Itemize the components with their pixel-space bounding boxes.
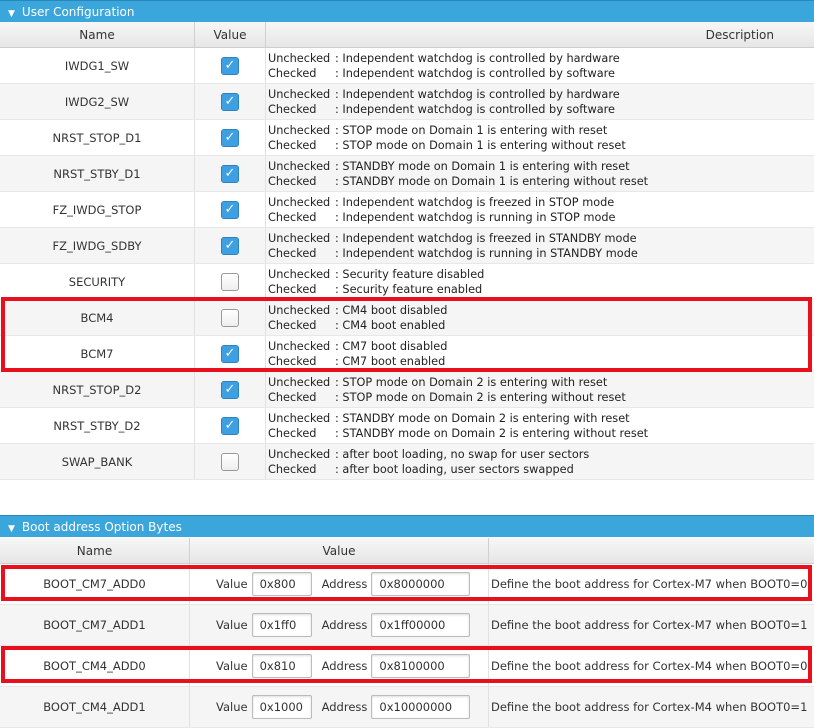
- table-row: IWDG1_SW ✓ Unchecked: Independent watchd…: [0, 48, 814, 84]
- checkmark-icon: ✓: [224, 166, 236, 181]
- option-checkbox[interactable]: ✓: [221, 416, 239, 435]
- option-checkbox[interactable]: ✓: [221, 128, 239, 147]
- option-name: FZ_IWDG_STOP: [0, 192, 195, 227]
- option-name: SWAP_BANK: [0, 444, 195, 479]
- table-row: NRST_STBY_D1 ✓ Unchecked: STANDBY mode o…: [0, 156, 814, 192]
- option-description: Unchecked: STANDBY mode on Domain 2 is e…: [268, 412, 649, 440]
- option-name: SECURITY: [0, 264, 195, 299]
- option-name: BCM4: [0, 300, 195, 335]
- address-input[interactable]: 0x10000000: [371, 695, 471, 719]
- table-row: SWAP_BANK Unchecked: after boot loading,…: [0, 444, 814, 480]
- checkmark-icon: ✓: [224, 130, 236, 145]
- address-input[interactable]: 0x8100000: [371, 654, 471, 678]
- checkmark-icon: ✓: [224, 238, 236, 253]
- boot-option-description: Define the boot address for Cortex-M4 wh…: [491, 659, 808, 673]
- table-row: NRST_STOP_D2 ✓ Unchecked: STOP mode on D…: [0, 372, 814, 408]
- address-label: Address: [321, 700, 368, 714]
- checkmark-icon: ✓: [224, 94, 236, 109]
- column-header-name[interactable]: Name: [0, 538, 190, 563]
- value-input[interactable]: 0x810: [251, 654, 312, 678]
- table-row: BOOT_CM4_ADD1 Value 0x1000 Address 0x100…: [0, 687, 814, 728]
- value-label: Value: [216, 577, 248, 591]
- option-name: IWDG1_SW: [0, 48, 195, 83]
- collapse-triangle-icon: ▼: [8, 524, 15, 534]
- table-row: BOOT_CM7_ADD0 Value 0x800 Address 0x8000…: [0, 564, 814, 605]
- column-header-description[interactable]: Description: [266, 22, 814, 47]
- column-header-description: [489, 538, 814, 563]
- table-row: SECURITY Unchecked: Security feature dis…: [0, 264, 814, 300]
- option-checkbox[interactable]: ✓: [221, 380, 239, 399]
- option-description: Unchecked: after boot loading, no swap f…: [268, 448, 590, 476]
- address-label: Address: [321, 577, 368, 591]
- address-label: Address: [321, 618, 368, 632]
- checkmark-icon: ✓: [224, 418, 236, 433]
- user-config-section-header[interactable]: ▼ User Configuration: [0, 0, 814, 22]
- checkmark-icon: ✓: [224, 202, 236, 217]
- boot-option-name: BOOT_CM7_ADD1: [0, 605, 190, 645]
- option-checkbox[interactable]: ✓: [221, 344, 239, 363]
- boot-option-name: BOOT_CM4_ADD1: [0, 687, 190, 727]
- table-row: FZ_IWDG_STOP ✓ Unchecked: Independent wa…: [0, 192, 814, 228]
- option-description: Unchecked: Security feature disabled Che…: [268, 268, 485, 296]
- boot-option-description: Define the boot address for Cortex-M4 wh…: [491, 700, 808, 714]
- user-config-table-header: Name Value Description: [0, 22, 814, 48]
- option-description: Unchecked: Independent watchdog is contr…: [268, 88, 620, 116]
- boot-address-section-header[interactable]: ▼ Boot address Option Bytes: [0, 515, 814, 537]
- address-label: Address: [321, 659, 368, 673]
- option-checkbox[interactable]: [221, 272, 239, 291]
- option-name: BCM7: [0, 336, 195, 371]
- address-input[interactable]: 0x1ff00000: [371, 613, 471, 637]
- option-checkbox[interactable]: [221, 452, 239, 471]
- boot-option-description: Define the boot address for Cortex-M7 wh…: [491, 618, 808, 632]
- table-row: BOOT_CM4_ADD0 Value 0x810 Address 0x8100…: [0, 646, 814, 687]
- option-description: Unchecked: CM7 boot disabled Checked: CM…: [268, 340, 448, 368]
- value-label: Value: [216, 659, 248, 673]
- boot-table-header: Name Value: [0, 538, 814, 564]
- option-description: Unchecked: STOP mode on Domain 2 is ente…: [268, 376, 626, 404]
- option-checkbox[interactable]: ✓: [221, 92, 239, 111]
- option-name: IWDG2_SW: [0, 84, 195, 119]
- column-header-value[interactable]: Value: [195, 22, 266, 47]
- boot-option-name: BOOT_CM7_ADD0: [0, 564, 190, 604]
- option-name: NRST_STBY_D2: [0, 408, 195, 443]
- value-input[interactable]: 0x1000: [251, 695, 312, 719]
- option-description: Unchecked: STOP mode on Domain 1 is ente…: [268, 124, 626, 152]
- option-description: Unchecked: STANDBY mode on Domain 1 is e…: [268, 160, 649, 188]
- column-header-value[interactable]: Value: [190, 538, 489, 563]
- table-row: BCM7 ✓ Unchecked: CM7 boot disabled Chec…: [0, 336, 814, 372]
- value-label: Value: [216, 618, 248, 632]
- table-row: BCM4 Unchecked: CM4 boot disabled Checke…: [0, 300, 814, 336]
- table-row: NRST_STOP_D1 ✓ Unchecked: STOP mode on D…: [0, 120, 814, 156]
- option-description: Unchecked: Independent watchdog is freez…: [268, 196, 616, 224]
- option-name: FZ_IWDG_SDBY: [0, 228, 195, 263]
- column-header-name[interactable]: Name: [0, 22, 195, 47]
- table-row: BOOT_CM7_ADD1 Value 0x1ff0 Address 0x1ff…: [0, 605, 814, 646]
- option-name: NRST_STOP_D2: [0, 372, 195, 407]
- boot-option-description: Define the boot address for Cortex-M7 wh…: [491, 577, 808, 591]
- value-label: Value: [216, 700, 248, 714]
- option-checkbox[interactable]: ✓: [221, 56, 239, 75]
- option-checkbox[interactable]: ✓: [221, 164, 239, 183]
- option-description: Unchecked: CM4 boot disabled Checked: CM…: [268, 304, 448, 332]
- option-name: NRST_STOP_D1: [0, 120, 195, 155]
- option-description: Unchecked: Independent watchdog is contr…: [268, 52, 620, 80]
- address-input[interactable]: 0x8000000: [371, 572, 471, 596]
- value-input[interactable]: 0x800: [251, 572, 312, 596]
- table-row: FZ_IWDG_SDBY ✓ Unchecked: Independent wa…: [0, 228, 814, 264]
- checkmark-icon: ✓: [224, 382, 236, 397]
- table-row: IWDG2_SW ✓ Unchecked: Independent watchd…: [0, 84, 814, 120]
- value-input[interactable]: 0x1ff0: [251, 613, 312, 637]
- option-checkbox[interactable]: [221, 308, 239, 327]
- option-checkbox[interactable]: ✓: [221, 236, 239, 255]
- checkmark-icon: ✓: [224, 346, 236, 361]
- boot-option-name: BOOT_CM4_ADD0: [0, 646, 190, 686]
- option-checkbox[interactable]: ✓: [221, 200, 239, 219]
- table-row: NRST_STBY_D2 ✓ Unchecked: STANDBY mode o…: [0, 408, 814, 444]
- checkmark-icon: ✓: [224, 58, 236, 73]
- option-name: NRST_STBY_D1: [0, 156, 195, 191]
- option-description: Unchecked: Independent watchdog is freez…: [268, 232, 638, 260]
